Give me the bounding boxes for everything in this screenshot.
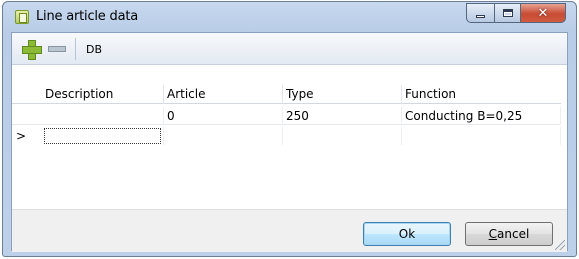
column-header-article[interactable]: Article (164, 85, 283, 104)
new-row[interactable]: > (12, 127, 561, 145)
cell-article-new[interactable] (164, 127, 283, 145)
table-icon (15, 10, 29, 24)
cell-type-new[interactable] (283, 127, 402, 145)
toolbar: DB (12, 33, 567, 65)
table-row[interactable]: 0 250 Conducting B=0,25 (12, 107, 561, 125)
dialog-client-area: DB Description Article Type Function 0 2… (11, 32, 568, 252)
minimize-icon (476, 14, 485, 18)
column-header-description[interactable]: Description (42, 85, 164, 104)
cancel-label-rest: ancel (497, 227, 530, 241)
dialog-footer: Ok Cancel (12, 209, 567, 252)
toolbar-separator (75, 38, 76, 60)
window-title: Line article data (36, 9, 139, 24)
ok-button-label: Ok (398, 227, 416, 241)
resize-grip-icon[interactable] (555, 240, 565, 250)
row-header[interactable] (12, 107, 42, 125)
window-controls: ✕ (466, 3, 566, 23)
maximize-icon (502, 9, 513, 17)
close-icon: ✕ (537, 5, 549, 21)
minus-icon (48, 46, 66, 52)
maximize-button[interactable] (494, 3, 520, 23)
new-row-indicator: > (16, 129, 27, 143)
cell-function[interactable]: Conducting B=0,25 (402, 107, 561, 125)
db-button[interactable]: DB (86, 43, 102, 56)
close-button[interactable]: ✕ (520, 3, 566, 23)
row-header-corner (12, 85, 42, 104)
cell-function-new[interactable] (402, 127, 561, 145)
grid-header: Description Article Type Function (12, 85, 561, 104)
remove-row-button[interactable] (46, 38, 68, 60)
dialog-window: Line article data ✕ DB Description Artic… (2, 1, 577, 257)
plus-icon (22, 40, 42, 60)
cancel-mnemonic: C (488, 227, 498, 241)
cancel-button-label: Cancel (489, 227, 530, 241)
column-header-function[interactable]: Function (402, 85, 561, 104)
cancel-button[interactable]: Cancel (465, 222, 553, 246)
add-row-button[interactable] (20, 38, 42, 60)
title-bar[interactable]: Line article data ✕ (3, 2, 576, 32)
cell-description[interactable] (42, 107, 164, 125)
column-header-type[interactable]: Type (283, 85, 402, 104)
ok-button[interactable]: Ok (363, 222, 451, 246)
cell-article[interactable]: 0 (164, 107, 283, 125)
cell-type[interactable]: 250 (283, 107, 402, 125)
cell-description-new[interactable] (42, 127, 164, 145)
minimize-button[interactable] (466, 3, 494, 23)
